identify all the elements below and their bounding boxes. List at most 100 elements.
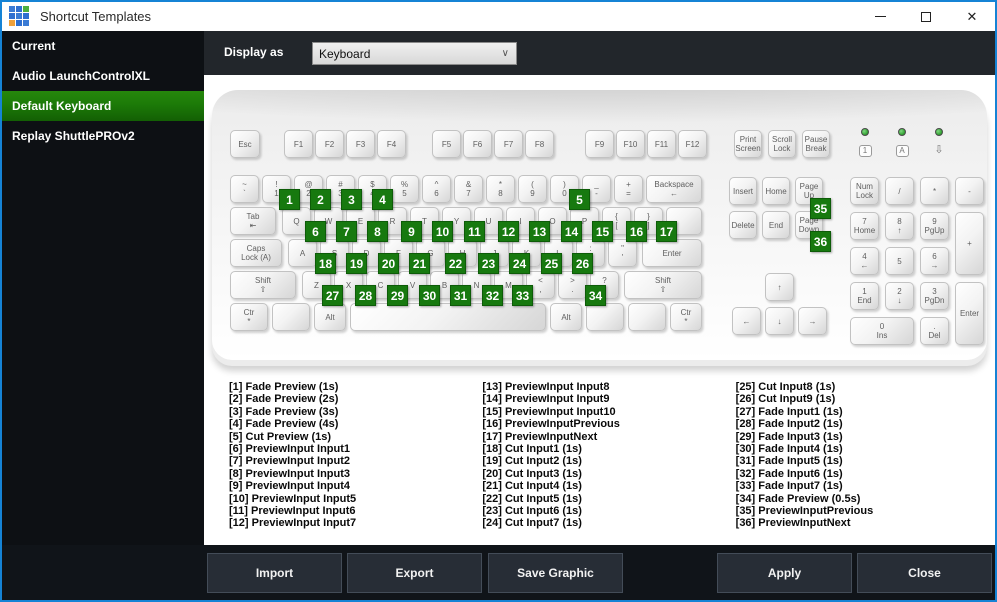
legend-item: [9] PreviewInput Input4 (229, 480, 351, 493)
key-blank (586, 303, 624, 331)
key-8: * 8 (486, 175, 515, 203)
key-7-home: 7 Home (850, 212, 879, 240)
legend-item: [17] PreviewInputNext (482, 430, 598, 443)
template-preview-panel: Esc F1 F2 F3 F4 F5 F6 F7 F8 F9 F10 F11 F12 Print Scre… (204, 75, 995, 545)
shortcut-badge-13: 13 (529, 221, 550, 242)
app-logo-icon (9, 6, 30, 27)
import-button[interactable]: Import (207, 553, 342, 593)
legend-item: [30] Fade Input4 (1s) (735, 443, 843, 456)
key-6: 6 → (920, 247, 949, 275)
sidebar-item-default-keyboard[interactable]: Default Keyboard (2, 91, 204, 121)
key-f4: F4 (377, 130, 406, 158)
legend-item: [28] Fade Input2 (1s) (735, 418, 843, 431)
shortcut-badge-15: 15 (592, 221, 613, 242)
shortcut-badge-34: 34 (585, 285, 606, 306)
caps-lock-led: A (894, 128, 910, 158)
key-f6: F6 (463, 130, 492, 158)
shortcut-badge-1: 1 (279, 189, 300, 210)
key-del: . Del (920, 317, 949, 345)
legend-item: [3] Fade Preview (3s) (229, 405, 339, 418)
legend-item: [29] Fade Input3 (1s) (735, 430, 843, 443)
key-f10: F10 (616, 130, 645, 158)
shortcut-badge-30: 30 (419, 285, 440, 306)
export-button[interactable]: Export (347, 553, 482, 593)
shortcut-badge-4: 4 (372, 189, 393, 210)
window-controls: ✕ (857, 2, 995, 31)
key-caps-lock-a: Caps Lock (A) (230, 239, 282, 267)
num-lock-led: 1 (857, 128, 873, 158)
display-as-select[interactable]: Keyboard ∨ (312, 42, 517, 65)
scroll-lock-led-dot (935, 128, 943, 136)
legend-item: [14] PreviewInput Input9 (482, 393, 610, 406)
app-icon-square (9, 20, 15, 26)
minimize-button[interactable] (857, 2, 903, 31)
key-alt: Alt (314, 303, 346, 331)
key-f2: F2 (315, 130, 344, 158)
shortcut-badge-29: 29 (387, 285, 408, 306)
legend-item: [2] Fade Preview (2s) (229, 393, 339, 406)
shortcut-badge-27: 27 (322, 285, 343, 306)
app-icon-square (23, 20, 29, 26)
key-f5: F5 (432, 130, 461, 158)
shortcut-badge-31: 31 (450, 285, 471, 306)
app-icon-square (23, 6, 29, 12)
key-blank: - (955, 177, 984, 205)
shortcut-badge-17: 17 (656, 221, 677, 242)
shortcut-badge-26: 26 (572, 253, 593, 274)
legend-column-1: [1] Fade Preview (1s) [2] Fade Preview (2… (229, 381, 482, 530)
shortcut-badge-16: 16 (626, 221, 647, 242)
legend-item: [25] Cut Input8 (1s) (735, 381, 836, 393)
key-num-lock: Num Lock (850, 177, 879, 205)
legend-item: [33] Fade Input7 (1s) (735, 480, 843, 493)
shortcut-badge-10: 10 (432, 221, 453, 242)
shortcut-badge-33: 33 (512, 285, 533, 306)
key-5: % 5 (390, 175, 419, 203)
key-blank: / (885, 177, 914, 205)
shortcut-badge-9: 9 (401, 221, 422, 242)
shortcut-badge-35: 35 (810, 198, 831, 219)
shortcut-badge-2: 2 (310, 189, 331, 210)
legend-item: [1] Fade Preview (1s) (229, 381, 339, 393)
legend-item: [32] Fade Input6 (1s) (735, 467, 843, 480)
topbar: Display as Keyboard ∨ (204, 31, 995, 75)
key-9-pgup: 9 PgUp (920, 212, 949, 240)
template-list-sidebar: Current Audio LaunchControlXL Default Keyb… (2, 31, 204, 545)
keyboard-graphic: Esc F1 F2 F3 F4 F5 F6 F7 F8 F9 F10 F11 F12 Print Scre… (212, 90, 987, 360)
legend-item: [21] Cut Input4 (1s) (482, 480, 582, 493)
maximize-button[interactable] (903, 2, 949, 31)
sidebar-item-replay-shuttleprov2[interactable]: Replay ShuttlePROv2 (2, 121, 204, 151)
close-button[interactable]: Close (857, 553, 992, 593)
legend-item: [5] Cut Preview (1s) (229, 430, 332, 443)
close-button[interactable]: ✕ (949, 2, 995, 31)
key-blank: ↑ (765, 273, 794, 301)
key-insert: Insert (729, 177, 757, 205)
legend-item: [19] Cut Input2 (1s) (482, 455, 582, 468)
window-title: Shortcut Templates (40, 9, 152, 24)
sidebar-item-audio-launchcontrolxl[interactable]: Audio LaunchControlXL (2, 61, 204, 91)
maximize-icon (921, 11, 931, 22)
key-enter: Enter (642, 239, 702, 267)
key-1-end: 1 End (850, 282, 879, 310)
key-blank (350, 303, 546, 331)
key-3-pgdn: 3 PgDn (920, 282, 949, 310)
legend-item: [12] PreviewInput Input7 (229, 517, 357, 530)
save-graphic-button[interactable]: Save Graphic (488, 553, 623, 593)
legend-item: [27] Fade Input1 (1s) (735, 405, 843, 418)
key-f12: F12 (678, 130, 707, 158)
shortcut-badge-8: 8 (367, 221, 388, 242)
key-tab: Tab ⇤ (230, 207, 276, 235)
key-blank: + (955, 212, 984, 275)
legend-column-3: [25] Cut Input8 (1s) [26] Cut Input9 (1s)… (736, 381, 989, 530)
app-icon-square (23, 13, 29, 19)
key-5: 5 (885, 247, 914, 275)
apply-button[interactable]: Apply (717, 553, 852, 593)
sidebar-item-current[interactable]: Current (2, 31, 204, 61)
key-ctr: Ctr * (670, 303, 702, 331)
shortcut-badge-28: 28 (355, 285, 376, 306)
num-lock-led-icon: 1 (858, 144, 872, 157)
shortcut-badge-3: 3 (341, 189, 362, 210)
display-as-value: Keyboard (319, 46, 371, 61)
legend-item: [31] Fade Input5 (1s) (735, 455, 843, 468)
shortcut-badge-20: 20 (378, 253, 399, 274)
minimize-icon (874, 16, 886, 17)
